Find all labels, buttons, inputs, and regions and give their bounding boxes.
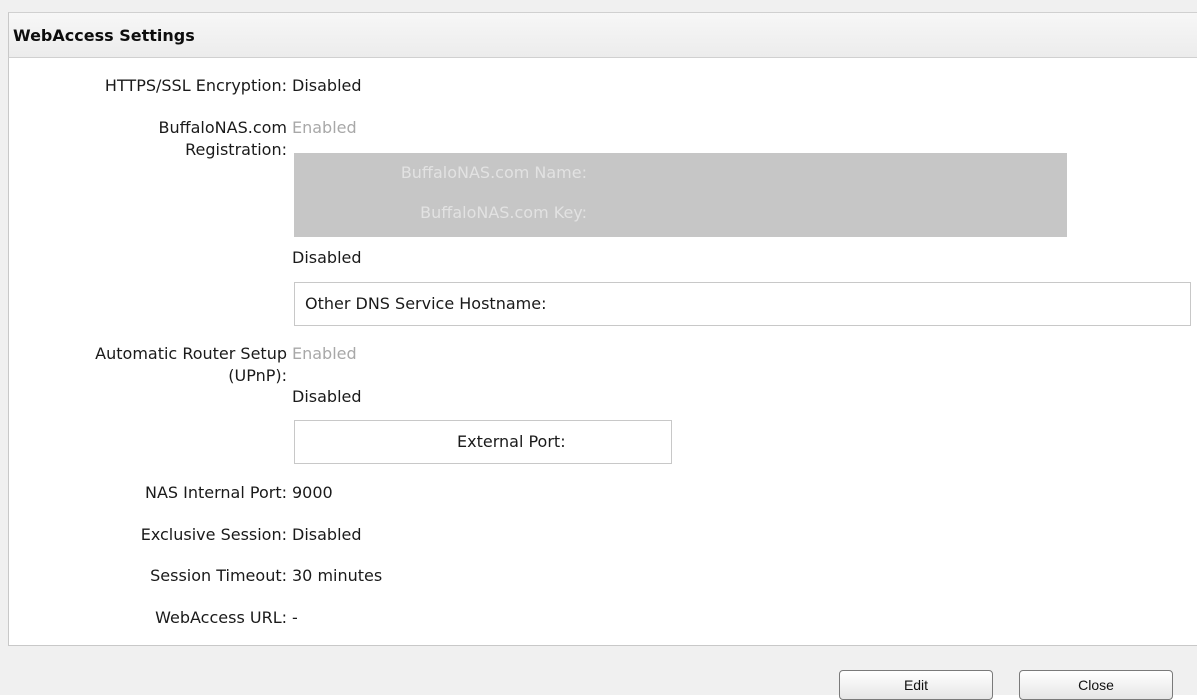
https-ssl-label: HTTPS/SSL Encryption: <box>104 76 287 95</box>
exclusive-session-label: Exclusive Session: <box>140 525 287 544</box>
internal-port-value: 9000 <box>292 483 333 502</box>
session-timeout-label: Session Timeout: <box>150 566 287 585</box>
session-timeout-value: 30 minutes <box>292 566 383 585</box>
webaccess-url-label: WebAccess URL: <box>155 608 287 627</box>
buffalonas-key-label: BuffaloNAS.com Key: <box>420 203 587 222</box>
external-port-box: External Port: <box>294 420 672 464</box>
close-button[interactable]: Close <box>1019 670 1173 700</box>
dialog-title-bar: WebAccess Settings <box>8 12 1197 58</box>
internal-port-label: NAS Internal Port: <box>144 483 287 502</box>
upnp-label-line2: (UPnP): <box>228 366 287 385</box>
webaccess-url-value: - <box>292 608 298 627</box>
upnp-option-enabled: Enabled <box>292 344 357 363</box>
buffalonas-name-label: BuffaloNAS.com Name: <box>400 163 587 182</box>
dialog-title: WebAccess Settings <box>13 26 195 45</box>
buffalonas-label-line1: BuffaloNAS.com <box>158 118 287 137</box>
dialog-footer: Edit Close <box>8 646 1197 700</box>
settings-panel: HTTPS/SSL Encryption: Disabled BuffaloNA… <box>8 58 1197 646</box>
https-ssl-value: Disabled <box>292 76 362 95</box>
other-dns-hostname-label: Other DNS Service Hostname: <box>305 294 547 313</box>
external-port-label: External Port: <box>457 432 566 451</box>
upnp-option-disabled: Disabled <box>292 387 362 406</box>
edit-button[interactable]: Edit <box>839 670 993 700</box>
buffalonas-option-disabled: Disabled <box>292 248 362 267</box>
other-dns-hostname-box: Other DNS Service Hostname: <box>294 282 1191 326</box>
exclusive-session-value: Disabled <box>292 525 362 544</box>
buffalonas-option-enabled: Enabled <box>292 118 357 137</box>
webaccess-settings-dialog: WebAccess Settings HTTPS/SSL Encryption:… <box>0 0 1197 700</box>
upnp-label-line1: Automatic Router Setup <box>95 344 287 363</box>
buffalonas-label-line2: Registration: <box>185 140 287 159</box>
buffalonas-disabled-fields: BuffaloNAS.com Name: BuffaloNAS.com Key: <box>294 153 1067 237</box>
